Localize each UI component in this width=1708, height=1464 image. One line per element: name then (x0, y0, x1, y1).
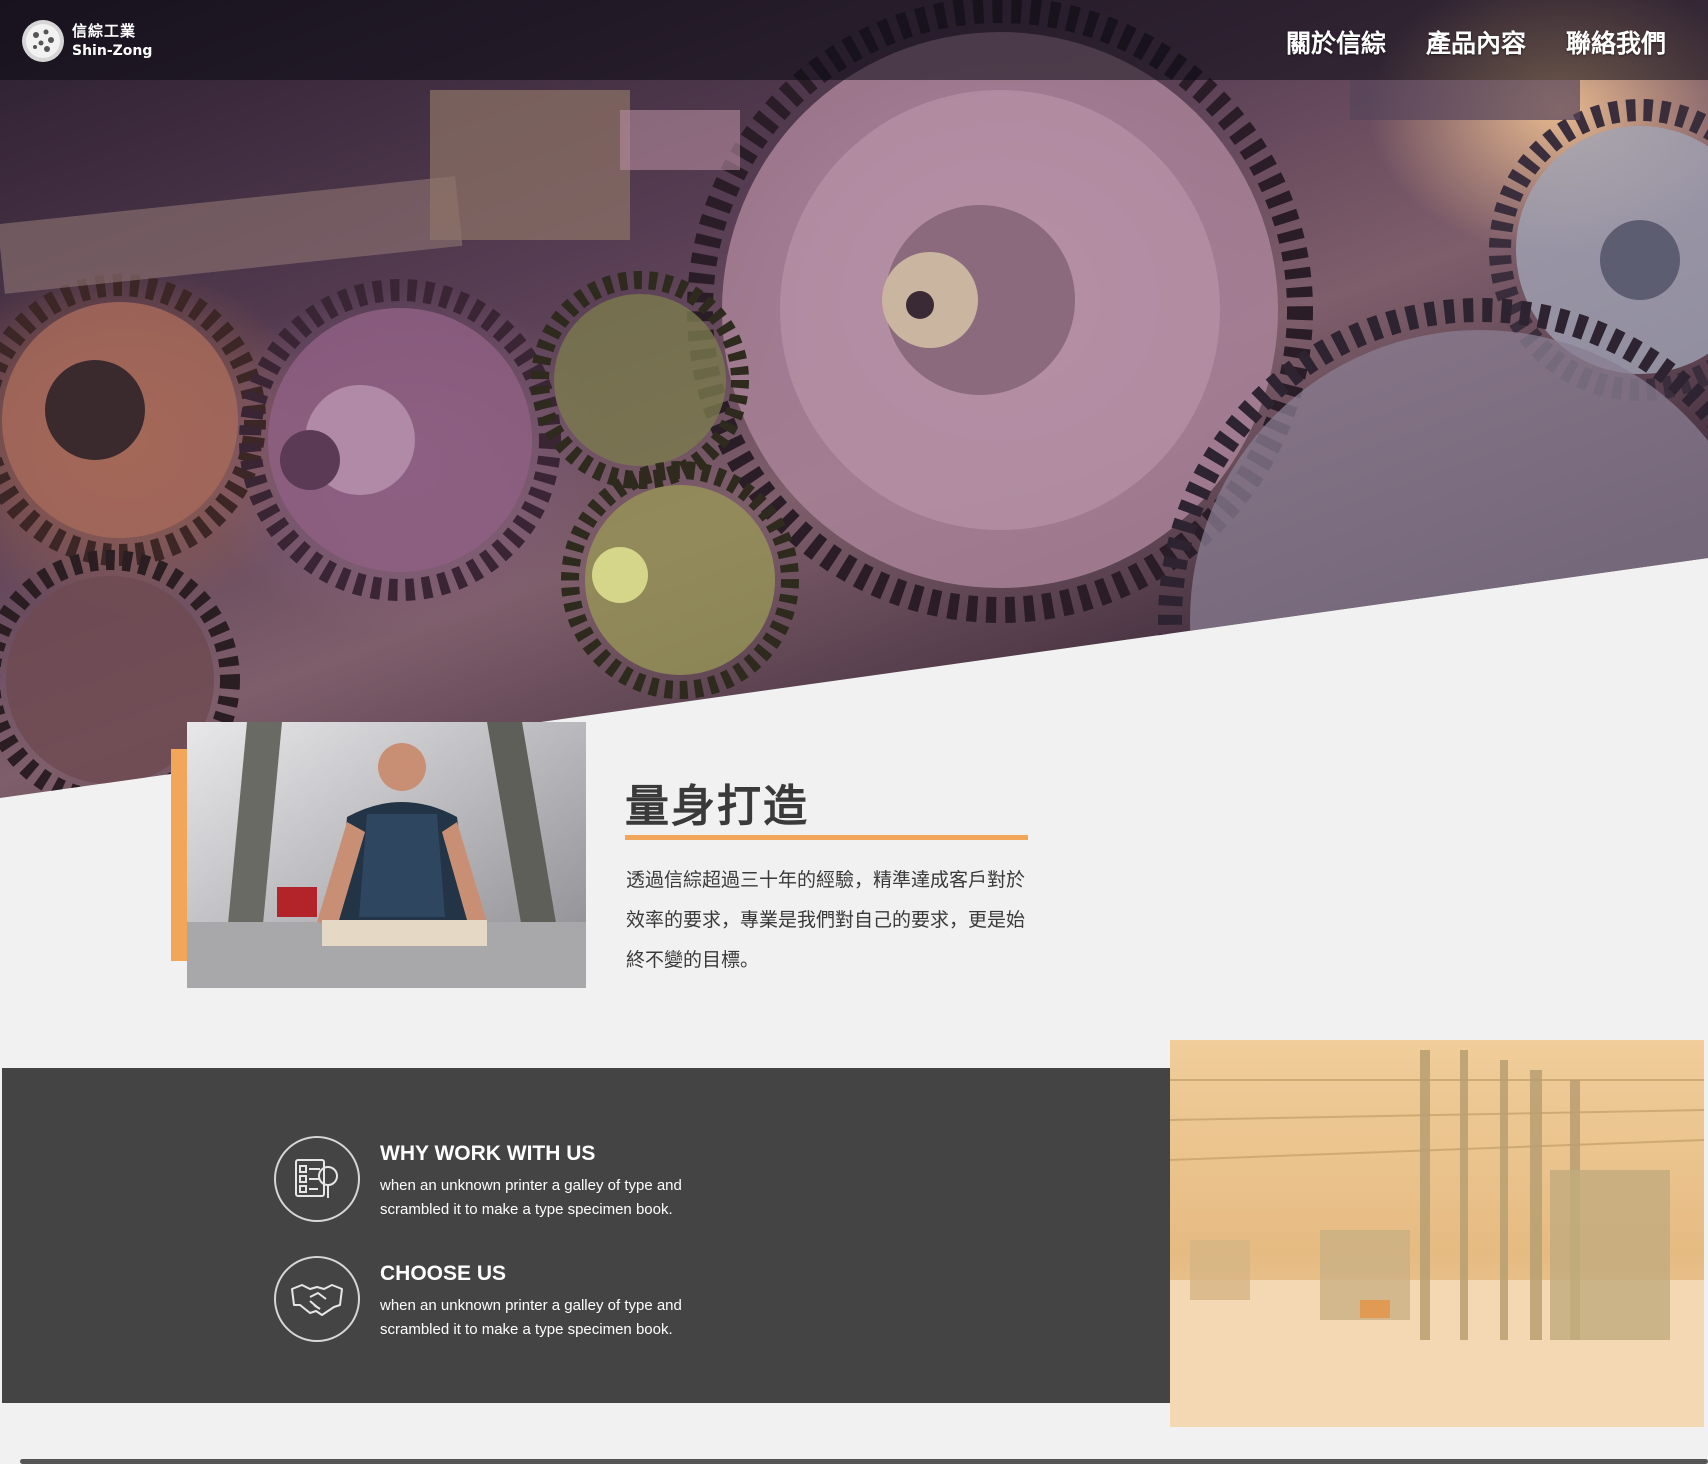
checklist-magnifier-icon (274, 1136, 360, 1222)
info-band (2, 1068, 1171, 1403)
main-nav: 關於信綜 產品內容 聯絡我們 (1286, 24, 1666, 60)
nav-item-about[interactable]: 關於信綜 (1286, 24, 1386, 60)
nav-item-contact[interactable]: 聯絡我們 (1566, 24, 1666, 60)
handshake-icon (274, 1256, 360, 1342)
nav-item-products[interactable]: 產品內容 (1426, 24, 1526, 60)
info-item-why: WHY WORK WITH US when an unknown printer… (274, 1136, 720, 1222)
title-underline (625, 835, 1028, 840)
info-desc-choose: when an unknown printer a galley of type… (380, 1297, 682, 1338)
footer-divider (20, 1459, 1708, 1464)
brand-logo[interactable]: 信綜工業 Shin-Zong (22, 20, 152, 62)
info-item-choose: CHOOSE US when an unknown printer a gall… (274, 1256, 720, 1342)
feature-description: 透過信綜超過三十年的經驗，精準達成客戶對於效率的要求，專業是我們對自己的要求，更… (626, 869, 1026, 971)
brand-name-cn: 信綜工業 (72, 22, 137, 40)
info-title-why: WHY WORK WITH US (380, 1142, 596, 1165)
info-title-choose: CHOOSE US (380, 1262, 507, 1285)
hero-banner (0, 0, 1708, 798)
top-navbar: 信綜工業 Shin-Zong 關於信綜 產品內容 聯絡我們 (0, 0, 1708, 80)
factory-interior-photo (1170, 1040, 1704, 1427)
logo-icon (22, 20, 64, 62)
info-desc-why: when an unknown printer a galley of type… (380, 1177, 682, 1218)
feature-title: 量身打造 (625, 781, 809, 832)
gears-machinery-image (0, 0, 1708, 798)
worker-photo (187, 722, 586, 988)
accent-bar (171, 749, 187, 961)
brand-name-en: Shin-Zong (72, 43, 153, 59)
